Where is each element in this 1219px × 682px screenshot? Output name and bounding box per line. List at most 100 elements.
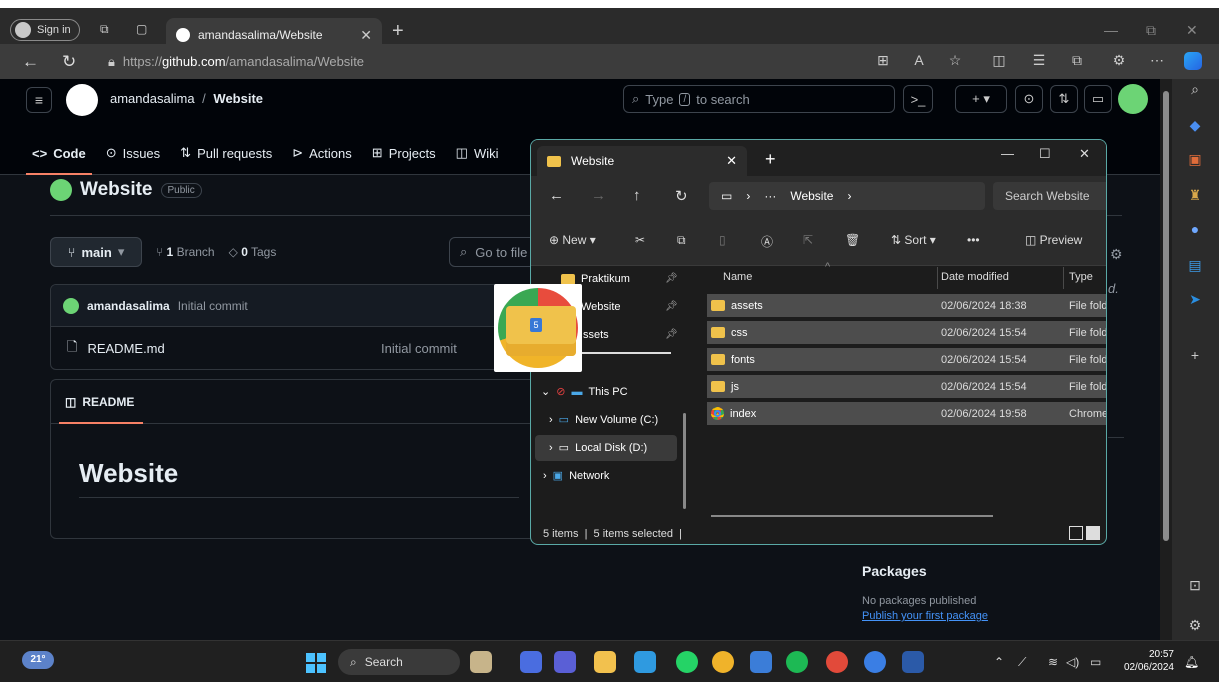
volume-icon[interactable]: ◁) xyxy=(1066,655,1079,669)
create-new-button[interactable]: + ▾ xyxy=(955,85,1007,113)
commit-message[interactable]: Initial commit xyxy=(178,299,248,313)
collections-icon[interactable]: ⧉ xyxy=(1068,52,1086,70)
app-available-icon[interactable]: ⊞ xyxy=(874,52,892,70)
branch-select[interactable]: ⑂ main ▾ xyxy=(50,237,142,267)
settings-gear-icon[interactable]: ⚙ xyxy=(1110,246,1123,263)
list-item[interactable]: index 02/06/2024 19:58 Chrome xyxy=(707,402,1106,425)
chrome-profile-icon[interactable] xyxy=(864,651,886,673)
forward-icon[interactable]: → xyxy=(591,187,606,204)
restore-icon[interactable]: ⧉ xyxy=(1146,22,1156,39)
inbox-icon[interactable]: ▭ xyxy=(1084,85,1112,113)
preview-button[interactable]: ◫ Preview xyxy=(1025,233,1082,247)
edge-icon[interactable] xyxy=(634,651,656,673)
games-icon[interactable]: ● xyxy=(1186,221,1204,239)
back-icon[interactable]: ← xyxy=(549,187,564,204)
close-tab-icon[interactable]: ✕ xyxy=(360,27,372,44)
copilot-icon[interactable] xyxy=(1184,52,1202,70)
new-tab-icon[interactable]: + xyxy=(392,20,404,43)
list-item[interactable]: fonts 02/06/2024 15:54 File fold xyxy=(707,348,1106,371)
pinned-app-icon[interactable] xyxy=(470,651,492,673)
word-icon[interactable] xyxy=(902,651,924,673)
list-item[interactable]: css 02/06/2024 15:54 File fold xyxy=(707,321,1106,344)
tree-item-this-pc[interactable]: ⌄ ⊘ ▬ This PC xyxy=(541,385,628,399)
cut-icon[interactable]: ✂ xyxy=(635,233,645,247)
close-window-icon[interactable]: ✕ xyxy=(1079,146,1090,162)
tree-item-new-volume[interactable]: › ▭ New Volume (C:) xyxy=(549,413,658,427)
list-item[interactable]: js 02/06/2024 15:54 File fold xyxy=(707,375,1106,398)
taskbar-search[interactable]: ⌕ Search xyxy=(338,649,460,675)
github-search-input[interactable]: ⌕ Type / to search xyxy=(623,85,895,113)
share-icon[interactable]: ⇱ xyxy=(803,233,813,247)
copy-icon[interactable]: ⧉ xyxy=(677,233,686,248)
shopping-icon[interactable]: ▣ xyxy=(1186,151,1204,169)
minimize-icon[interactable]: — xyxy=(1104,22,1118,38)
pull-requests-icon[interactable]: ⇅ xyxy=(1050,85,1078,113)
chevron-up-icon[interactable]: ⌃ xyxy=(994,655,1004,669)
file-name[interactable]: README.md xyxy=(87,341,164,356)
maximize-icon[interactable]: ☐ xyxy=(1039,146,1051,162)
column-header-type[interactable]: Type xyxy=(1069,271,1093,283)
settings-icon[interactable]: ⚙ xyxy=(1186,617,1204,635)
tiles-view-icon[interactable] xyxy=(1086,526,1100,540)
minimize-icon[interactable]: — xyxy=(1001,146,1014,161)
column-header-date[interactable]: Date modified xyxy=(941,271,1009,283)
battery-icon[interactable]: ▭ xyxy=(1090,655,1101,669)
path-folder[interactable]: Website xyxy=(790,189,833,203)
list-item[interactable]: assets 02/06/2024 18:38 File fold xyxy=(707,294,1106,317)
page-scrollbar[interactable] xyxy=(1160,79,1172,640)
outlook-icon[interactable]: ▤ xyxy=(1186,257,1204,275)
close-window-icon[interactable]: ✕ xyxy=(1186,22,1198,39)
refresh-icon[interactable]: ↻ xyxy=(675,187,688,205)
wifi-icon[interactable]: ≋ xyxy=(1048,655,1058,669)
task-view-icon[interactable] xyxy=(520,651,542,673)
tree-item-network[interactable]: › ▣ Network xyxy=(543,469,609,483)
tags-link[interactable]: ◇ 0 Tags xyxy=(229,245,277,259)
repo-link[interactable]: Website xyxy=(213,91,263,106)
readme-tab[interactable]: ◫ README xyxy=(51,380,549,424)
tag-icon[interactable]: ◆ xyxy=(1186,117,1204,135)
add-icon[interactable]: + xyxy=(1186,347,1204,365)
column-header-name[interactable]: Name xyxy=(723,271,752,283)
read-aloud-icon[interactable]: A xyxy=(910,52,928,70)
delete-icon[interactable]: 🗑︎ xyxy=(845,233,860,247)
column-divider[interactable] xyxy=(1063,267,1064,289)
up-icon[interactable]: ↑ xyxy=(633,187,641,204)
tree-item-website[interactable]: Website xyxy=(581,301,621,313)
tab-pull-requests[interactable]: ⇅ Pull requests xyxy=(180,131,272,175)
more-options-icon[interactable]: ⋯ xyxy=(1148,52,1166,70)
url-field[interactable]: 🔒︎ https://github.com/amandasalima/Websi… xyxy=(108,49,878,74)
whatsapp-icon[interactable] xyxy=(676,651,698,673)
scrollbar-thumb[interactable] xyxy=(1163,91,1169,541)
more-options-button[interactable]: ••• xyxy=(967,233,980,247)
teams-icon[interactable] xyxy=(554,651,576,673)
weather-widget[interactable]: 21° xyxy=(22,651,54,669)
explorer-search-input[interactable]: Search Website xyxy=(993,182,1106,210)
publish-package-link[interactable]: Publish your first package xyxy=(862,610,988,622)
store-icon[interactable] xyxy=(750,651,772,673)
user-avatar[interactable] xyxy=(1118,84,1148,114)
tab-code[interactable]: <> Code xyxy=(26,131,92,175)
chrome-profile-icon[interactable] xyxy=(826,651,848,673)
clock[interactable]: 20:57 02/06/2024 xyxy=(1118,648,1174,674)
tab-issues[interactable]: ⊙ Issues xyxy=(106,131,160,175)
explorer-tab[interactable]: Website ✕ xyxy=(537,146,747,176)
tab-actions[interactable]: ⊳ Actions xyxy=(292,131,352,175)
notifications-icon[interactable]: 🔔︎ xyxy=(1184,655,1199,669)
column-divider[interactable] xyxy=(937,267,938,289)
tools-icon[interactable]: ♜ xyxy=(1186,187,1204,205)
file-commit-message[interactable]: Initial commit xyxy=(381,341,457,356)
tree-item-assets[interactable]: ssets xyxy=(583,329,609,341)
send-icon[interactable]: ➤ xyxy=(1186,291,1204,309)
commit-author[interactable]: amandasalima xyxy=(87,299,170,313)
rename-icon[interactable]: Ⓐ xyxy=(761,233,773,250)
table-row[interactable]: 🗋 README.md Initial commit xyxy=(51,327,549,369)
go-to-file-input[interactable]: ⌕ Go to file xyxy=(449,237,539,267)
search-icon[interactable]: ⌕ xyxy=(1186,81,1204,99)
extensions-icon[interactable]: ⚙ xyxy=(1110,52,1128,70)
workspaces-icon[interactable]: ⧉ xyxy=(100,22,118,40)
issues-icon[interactable]: ⊙ xyxy=(1015,85,1043,113)
hide-sidebar-icon[interactable]: ⊡ xyxy=(1186,577,1204,595)
favorites-icon[interactable]: ☰ xyxy=(1030,52,1048,70)
tab-actions-icon[interactable]: ▢ xyxy=(136,22,154,40)
new-tab-icon[interactable]: + xyxy=(765,149,776,170)
